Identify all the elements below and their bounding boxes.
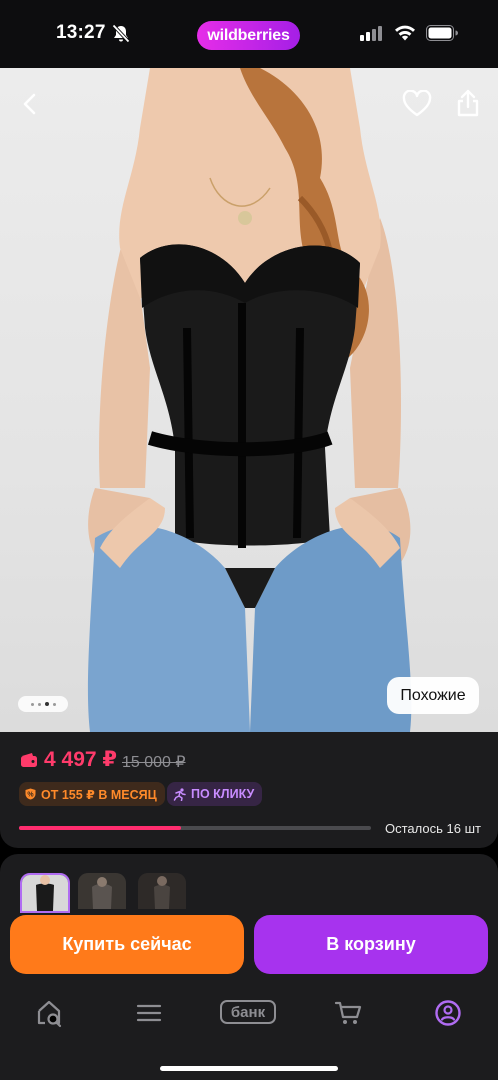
gallery-dots	[18, 696, 68, 712]
cart-icon[interactable]	[334, 998, 364, 1028]
gallery-dot-active	[44, 702, 49, 706]
product-photo[interactable]	[0, 68, 498, 732]
current-price: 4 497 ₽	[44, 748, 117, 771]
wildberries-logo[interactable]: wildberries	[197, 21, 300, 50]
gallery-dot	[37, 702, 41, 706]
heart-icon[interactable]	[402, 90, 432, 118]
wifi-icon	[395, 25, 415, 41]
svg-text:%: %	[27, 792, 34, 799]
thumbnail[interactable]	[138, 873, 186, 909]
catalog-menu-icon[interactable]	[135, 998, 163, 1028]
home-indicator	[160, 1066, 338, 1071]
bell-muted-icon	[112, 24, 130, 43]
stock-progress-fill	[19, 826, 181, 830]
one-click-text: ПО КЛИКУ	[191, 787, 255, 801]
wallet-icon	[21, 753, 37, 767]
stock-progress-bar	[19, 826, 371, 830]
gallery-dot	[30, 702, 34, 706]
status-time: 13:27	[56, 22, 106, 43]
thumbnail-selected[interactable]	[20, 873, 70, 913]
old-price: 15 000 ₽	[122, 754, 186, 771]
signal-icon	[360, 26, 382, 41]
one-click-badge[interactable]: ПО КЛИКУ	[167, 782, 263, 806]
home-search-icon[interactable]	[35, 998, 65, 1028]
installment-badge[interactable]: % ОТ 155 ₽ В МЕСЯЦ	[19, 782, 165, 806]
back-arrow-icon[interactable]	[16, 90, 44, 118]
status-bar: 13:27 wildberries	[0, 0, 498, 68]
buy-now-button[interactable]: Купить сейчас	[10, 915, 244, 974]
thumbnail[interactable]	[78, 873, 126, 909]
add-to-cart-button[interactable]: В корзину	[254, 915, 488, 974]
bank-nav-item[interactable]: банк	[220, 1000, 276, 1024]
battery-icon	[426, 25, 458, 41]
similar-button[interactable]: Похожие	[387, 677, 479, 714]
installment-text: ОТ 155 ₽ В МЕСЯЦ	[41, 787, 157, 802]
gallery-dot	[52, 702, 56, 706]
stock-remaining: Осталось 16 шт	[385, 821, 481, 836]
profile-icon[interactable]	[434, 998, 462, 1028]
shield-percent-icon: %	[25, 788, 36, 800]
running-person-icon	[173, 787, 186, 801]
share-icon[interactable]	[455, 88, 481, 118]
